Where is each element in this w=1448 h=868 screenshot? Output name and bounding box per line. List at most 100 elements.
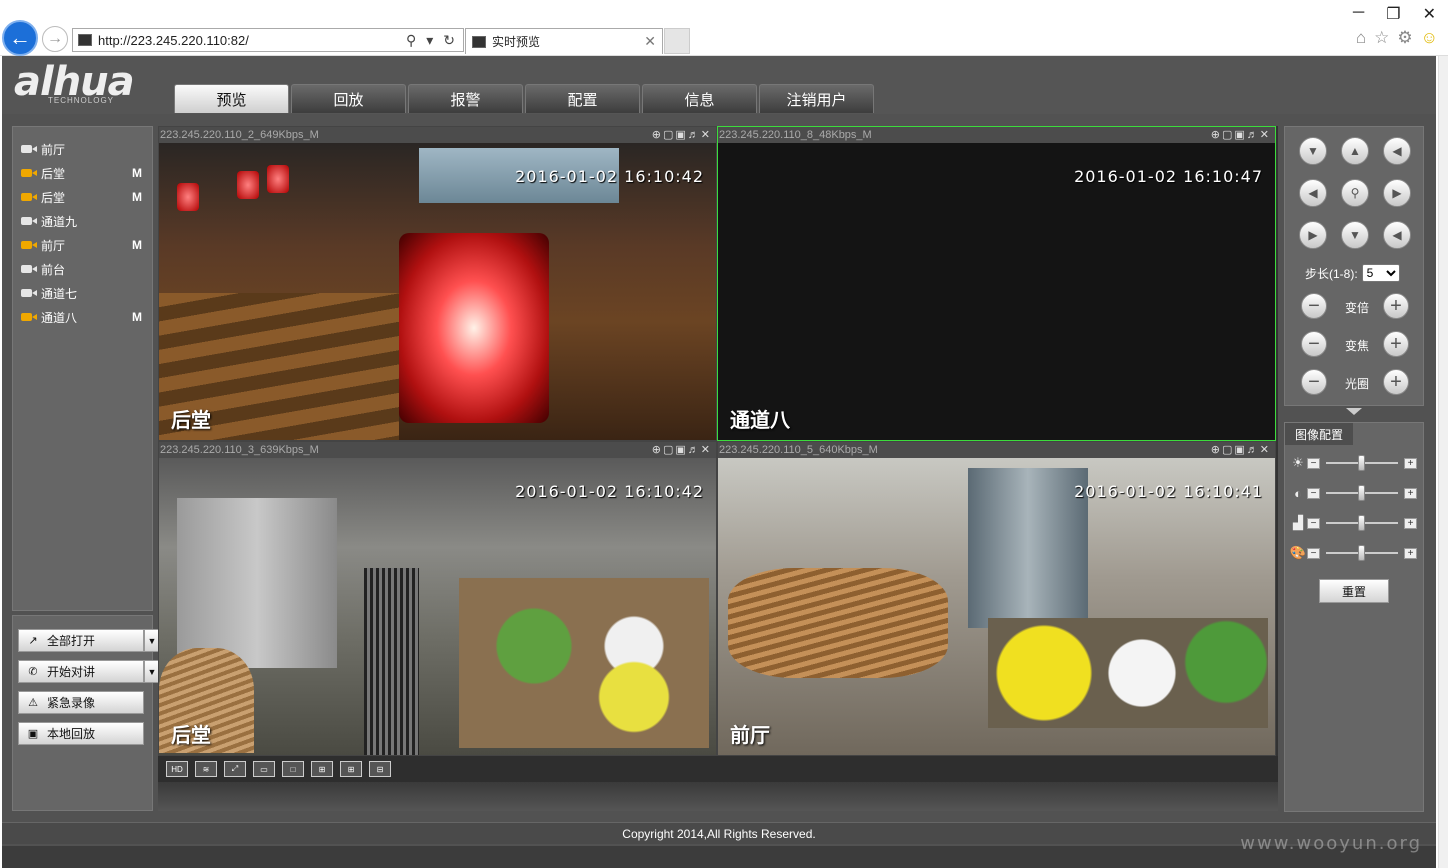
close-button[interactable]: ✕ <box>1423 4 1436 24</box>
slider-minus-button[interactable]: − <box>1307 487 1320 499</box>
slider-track[interactable] <box>1326 545 1398 561</box>
search-icon[interactable]: ⚲ <box>406 32 416 49</box>
ptz-down-right-button[interactable]: ◀ <box>1383 221 1411 249</box>
channel-item[interactable]: 通道七 <box>13 281 152 305</box>
channel-item[interactable]: 后堂 M <box>13 185 152 209</box>
collapse-arrow-icon[interactable] <box>1346 408 1362 415</box>
tab-title: 实时预览 <box>492 35 541 49</box>
slider-track[interactable] <box>1326 515 1398 531</box>
channel-item[interactable]: 通道八 M <box>13 305 152 329</box>
local-playback-button[interactable]: ▣ 本地回放 <box>18 722 144 745</box>
vegetable-baskets-visual <box>988 618 1268 728</box>
iris-plus-button[interactable]: + <box>1383 369 1409 395</box>
forward-button[interactable]: → <box>42 26 68 52</box>
slider-knob[interactable] <box>1358 515 1365 531</box>
layout-1-button[interactable]: □ <box>282 761 304 777</box>
image-slider-row: ▟ − + <box>1289 515 1419 531</box>
minimize-button[interactable]: ─ <box>1353 4 1364 24</box>
home-icon[interactable]: ⌂ <box>1356 28 1366 48</box>
address-bar[interactable]: http://223.245.220.110:82/ ⚲ ▾ ↻ <box>72 28 464 52</box>
image-slider-row: ◐ − + <box>1289 485 1419 501</box>
video-cell-2[interactable]: 223.245.220.110_8_48Kbps_M ⊕▢▣♬✕ 2016-01… <box>717 126 1276 441</box>
slider-plus-button[interactable]: + <box>1404 517 1417 529</box>
channel-item[interactable]: 后堂 M <box>13 161 152 185</box>
channel-list: 前厅 后堂 M 后堂 M 通道九 前厅 M 前台 通道七 通道八 M <box>12 126 153 611</box>
ptz-down-left-button[interactable]: ▶ <box>1299 221 1327 249</box>
video-feed[interactable]: 2016-01-02 16:10:42 后堂 <box>159 143 716 440</box>
tab-alarm[interactable]: 报警 <box>408 84 523 113</box>
channel-item[interactable]: 前台 <box>13 257 152 281</box>
slider-knob[interactable] <box>1358 455 1365 471</box>
cell-tool-icons[interactable]: ⊕▢▣♬✕ <box>1211 127 1271 143</box>
ptz-right-button[interactable]: ▶ <box>1383 179 1411 207</box>
ptz-down-button[interactable]: ▼ <box>1341 221 1369 249</box>
tab-preview[interactable]: 预览 <box>174 84 289 113</box>
zoom-minus-button[interactable]: − <box>1301 293 1327 319</box>
open-all-button[interactable]: ↗ 全部打开 ▼ <box>18 629 160 652</box>
emergency-record-button[interactable]: ⚠ 紧急录像 <box>18 691 144 714</box>
browser-tab[interactable]: 实时预览 ✕ <box>465 28 663 54</box>
url-text[interactable]: http://223.245.220.110:82/ <box>98 33 406 48</box>
ptz-3d-locate-button[interactable]: ⚲ <box>1341 179 1369 207</box>
restore-button[interactable]: ❐ <box>1386 4 1400 24</box>
tab-playback[interactable]: 回放 <box>291 84 406 113</box>
dropdown-icon[interactable]: ▾ <box>426 32 433 49</box>
ptz-up-left-button[interactable]: ▼ <box>1299 137 1327 165</box>
video-feed[interactable]: 2016-01-02 16:10:41 前厅 <box>718 458 1275 755</box>
video-feed[interactable]: 2016-01-02 16:10:42 后堂 <box>159 458 716 755</box>
layout-16-button[interactable]: ⊟ <box>369 761 391 777</box>
slider-plus-button[interactable]: + <box>1404 487 1417 499</box>
stream-label: 223.245.220.110_2_649Kbps_M <box>160 129 319 141</box>
iris-minus-button[interactable]: − <box>1301 369 1327 395</box>
layout-9-button[interactable]: ⊞ <box>340 761 362 777</box>
slider-minus-button[interactable]: − <box>1307 547 1320 559</box>
channel-item[interactable]: 前厅 M <box>13 233 152 257</box>
feedback-smiley-icon[interactable]: ☺ <box>1421 28 1438 48</box>
slider-minus-button[interactable]: − <box>1307 457 1320 469</box>
video-feed[interactable]: 2016-01-02 16:10:47 通道八 <box>718 143 1275 440</box>
video-grid: 223.245.220.110_2_649Kbps_M ⊕▢▣♬✕ 2016-0… <box>158 126 1278 756</box>
new-tab-button[interactable] <box>664 28 690 54</box>
favorites-star-icon[interactable]: ☆ <box>1374 28 1389 48</box>
cell-tool-icons[interactable]: ⊕▢▣♬✕ <box>1211 442 1271 458</box>
focus-plus-button[interactable]: + <box>1383 331 1409 357</box>
slider-minus-button[interactable]: − <box>1307 517 1320 529</box>
slider-plus-button[interactable]: + <box>1404 547 1417 559</box>
slider-knob[interactable] <box>1358 485 1365 501</box>
ptz-up-right-button[interactable]: ◀ <box>1383 137 1411 165</box>
tab-info[interactable]: 信息 <box>642 84 757 113</box>
slider-track[interactable] <box>1326 455 1398 471</box>
talk-label: 开始对讲 <box>47 665 96 679</box>
channel-item[interactable]: 通道九 <box>13 209 152 233</box>
channel-item[interactable]: 前厅 <box>13 137 152 161</box>
contrast-icon: ◐ <box>1294 485 1302 501</box>
video-cell-3[interactable]: 223.245.220.110_3_639Kbps_M ⊕▢▣♬✕ 2016-0… <box>158 441 717 756</box>
stream-toggle-button[interactable]: ≋ <box>195 761 217 777</box>
hd-button[interactable]: HD <box>166 761 188 777</box>
tab-close-icon[interactable]: ✕ <box>644 33 656 50</box>
fullscreen-button[interactable]: ⤢ <box>224 761 246 777</box>
back-button[interactable]: ← <box>2 20 38 56</box>
video-cell-1[interactable]: 223.245.220.110_2_649Kbps_M ⊕▢▣♬✕ 2016-0… <box>158 126 717 441</box>
cell-tool-icons[interactable]: ⊕▢▣♬✕ <box>652 127 712 143</box>
focus-minus-button[interactable]: − <box>1301 331 1327 357</box>
zoom-plus-button[interactable]: + <box>1383 293 1409 319</box>
ptz-up-button[interactable]: ▲ <box>1341 137 1369 165</box>
step-select[interactable]: 5 <box>1361 264 1400 282</box>
layout-4-button[interactable]: ⊞ <box>311 761 333 777</box>
aspect-button[interactable]: ▭ <box>253 761 275 777</box>
reset-button[interactable]: 重置 <box>1319 579 1389 603</box>
ptz-left-button[interactable]: ◀ <box>1299 179 1327 207</box>
refresh-icon[interactable]: ↻ <box>443 32 455 49</box>
video-cell-4[interactable]: 223.245.220.110_5_640Kbps_M ⊕▢▣♬✕ 2016-0… <box>717 441 1276 756</box>
slider-track[interactable] <box>1326 485 1398 501</box>
slider-knob[interactable] <box>1358 545 1365 561</box>
page-scrollbar[interactable] <box>1438 56 1448 868</box>
tab-logout[interactable]: 注销用户 <box>759 84 874 113</box>
talk-button[interactable]: ✆ 开始对讲 ▼ <box>18 660 160 683</box>
cell-tool-icons[interactable]: ⊕▢▣♬✕ <box>652 442 712 458</box>
slider-plus-button[interactable]: + <box>1404 457 1417 469</box>
camera-icon <box>21 144 39 154</box>
settings-gear-icon[interactable]: ⚙ <box>1397 28 1412 48</box>
tab-config[interactable]: 配置 <box>525 84 640 113</box>
